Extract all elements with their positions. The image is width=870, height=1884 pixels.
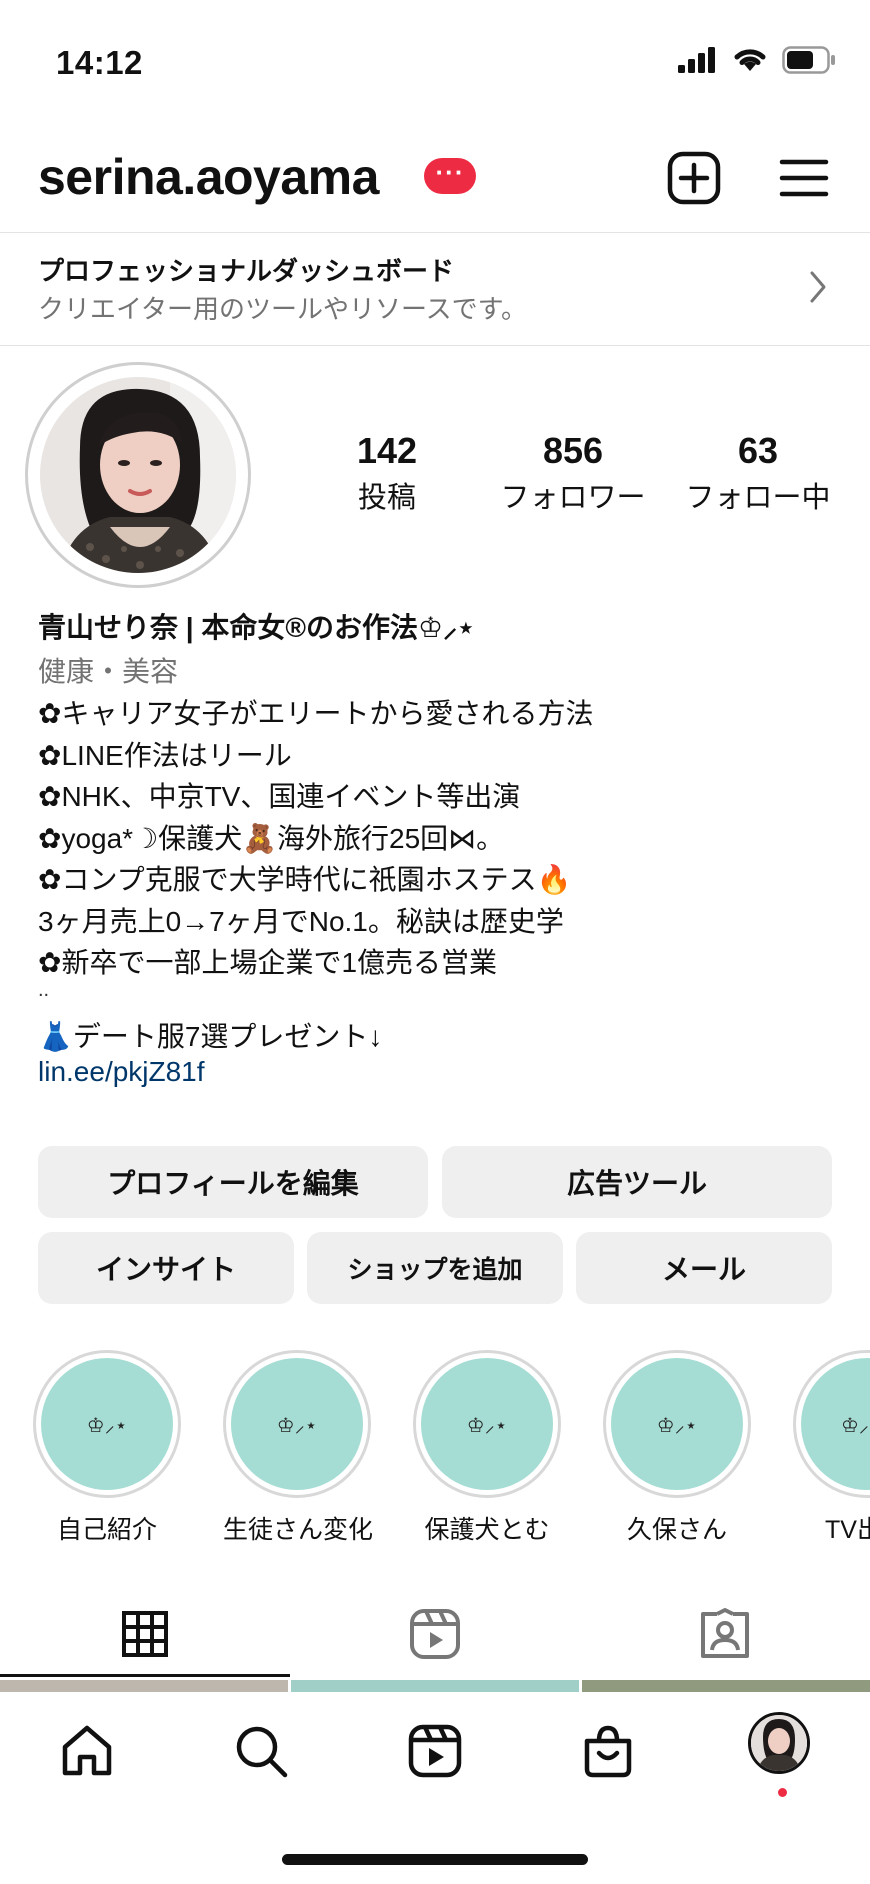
post-thumbnail[interactable] (582, 1680, 870, 1692)
profile-avatar[interactable] (25, 362, 251, 588)
bio-line: ✿コンプ克服で大学時代に祇園ホステス🔥 (38, 864, 572, 895)
profile-notification-dot (778, 1788, 787, 1797)
edit-profile-button[interactable]: プロフィールを編集 (38, 1146, 428, 1218)
post-thumbnail[interactable] (291, 1680, 579, 1692)
highlight-label: TV出 (825, 1516, 870, 1544)
nav-profile[interactable] (748, 1712, 810, 1774)
notification-badge[interactable]: ··· (424, 158, 476, 194)
following-label: フォロー中 (685, 482, 831, 514)
search-icon (236, 1726, 288, 1778)
nav-reels[interactable] (400, 1716, 470, 1786)
home-icon (62, 1725, 112, 1776)
dashboard-title: プロフェッショナルダッシュボード (38, 256, 455, 286)
highlight-ring: ♔⸝⋆ (223, 1350, 371, 1498)
display-name: 青山せり奈 | 本命女®のお作法♔⸝⋆ (38, 612, 475, 643)
post-grid-preview (0, 1680, 870, 1692)
cellular-signal-icon (678, 47, 715, 73)
ad-tools-button[interactable]: 広告ツール (442, 1146, 832, 1218)
story-highlight[interactable]: ♔⸝⋆ 保護犬とむ (413, 1350, 561, 1546)
tagged-icon (701, 1608, 749, 1658)
professional-dashboard[interactable]: プロフェッショナルダッシュボード クリエイター用のツールやリソースです。 (0, 232, 870, 346)
hamburger-menu-icon (779, 159, 829, 197)
tab-tagged[interactable] (580, 1590, 870, 1678)
wifi-icon (734, 49, 766, 71)
highlight-cover: ♔⸝⋆ (611, 1358, 743, 1490)
highlight-label: 久保さん (626, 1516, 727, 1544)
reels-icon (410, 1609, 460, 1659)
highlight-cover: ♔⸝⋆ (231, 1358, 363, 1490)
profile-bio: 青山せり奈 | 本命女®のお作法♔⸝⋆ 健康・美容 ✿キャリア女子がエリートから… (38, 606, 838, 1098)
highlight-label: 保護犬とむ (424, 1516, 550, 1544)
highlight-label: 自己紹介 (56, 1516, 157, 1544)
nav-shop[interactable] (573, 1716, 643, 1786)
followers-label: フォロワー (500, 482, 646, 514)
insights-button[interactable]: インサイト (38, 1232, 294, 1304)
bottom-navigation (0, 1692, 870, 1884)
avatar-photo (40, 377, 236, 573)
story-highlight[interactable]: ♔⸝⋆ 自己紹介 (33, 1350, 181, 1546)
bio-line: 3ヶ月売上0→7ヶ月でNo.1。秘訣は歴史学 (38, 905, 564, 937)
battery-icon (782, 46, 835, 74)
email-button[interactable]: メール (576, 1232, 832, 1304)
chevron-right-icon (810, 271, 826, 303)
badge-dots: ··· (435, 157, 465, 187)
avatar-portrait (40, 377, 236, 573)
profile-avatar-icon (751, 1715, 807, 1771)
story-highlight[interactable]: ♔⸝⋆ 生徒さん変化 (223, 1350, 374, 1546)
home-indicator (282, 1854, 588, 1865)
story-highlight[interactable]: ♔⸝ TV出 (793, 1350, 870, 1546)
followers-stat[interactable]: 856 フォロワー (490, 430, 656, 516)
following-count: 63 (737, 430, 779, 471)
bio-line: ✿NHK、中京TV、国連イベント等出演 (38, 781, 521, 812)
post-thumbnail[interactable] (0, 1680, 288, 1692)
tab-posts-grid[interactable] (0, 1590, 290, 1678)
bio-line: ✿yoga*☽保護犬🧸海外旅行25回⋈。 (38, 822, 505, 854)
status-time: 14:12 (56, 44, 143, 81)
add-shop-button[interactable]: ショップを追加 (307, 1232, 563, 1304)
tab-reels[interactable] (290, 1590, 580, 1678)
nav-search[interactable] (226, 1716, 296, 1786)
bio-line: ✿キャリア女子がエリートから愛される方法 (38, 698, 594, 729)
bio-more-dots[interactable]: .. (38, 980, 838, 1015)
nav-home[interactable] (52, 1716, 122, 1786)
posts-label: 投稿 (357, 482, 416, 514)
profile-header: serina.aoyama ··· (0, 140, 870, 220)
bio-link[interactable]: lin.ee/pkjZ81f (38, 1056, 838, 1098)
menu-button[interactable] (776, 150, 832, 206)
story-highlight[interactable]: ♔⸝⋆ 久保さん (603, 1350, 751, 1546)
username-switcher[interactable]: serina.aoyama (38, 148, 379, 206)
plus-square-icon (667, 151, 721, 205)
gift-line: 👗デート服7選プレゼント↓ (38, 1020, 383, 1052)
highlight-cover: ♔⸝⋆ (41, 1358, 173, 1490)
status-bar: 14:12 (0, 0, 870, 110)
highlight-label: 生徒さん変化 (223, 1516, 374, 1544)
bio-line: ✿新卒で一部上場企業で1億売る営業 (38, 947, 498, 978)
highlight-ring: ♔⸝⋆ (603, 1350, 751, 1498)
posts-stat[interactable]: 142 投稿 (340, 430, 434, 516)
highlight-ring: ♔⸝⋆ (413, 1350, 561, 1498)
highlight-cover: ♔⸝ (801, 1358, 870, 1490)
content-tabs (0, 1590, 870, 1678)
posts-count: 142 (356, 430, 418, 471)
highlight-cover: ♔⸝⋆ (421, 1358, 553, 1490)
highlight-ring: ♔⸝⋆ (33, 1350, 181, 1498)
category-label: 健康・美容 (38, 656, 179, 687)
grid-icon (122, 1611, 168, 1657)
highlight-ring: ♔⸝ (793, 1350, 870, 1498)
active-tab-indicator (0, 1674, 290, 1677)
dashboard-subtitle: クリエイター用のツールやリソースです。 (38, 294, 528, 324)
status-icons (678, 46, 836, 74)
create-button[interactable] (666, 150, 722, 206)
reels-icon (408, 1724, 462, 1778)
bio-line: ✿LINE作法はリール (38, 739, 292, 771)
shop-icon (584, 1725, 632, 1778)
followers-count: 856 (542, 430, 604, 471)
following-stat[interactable]: 63 フォロー中 (678, 430, 838, 516)
